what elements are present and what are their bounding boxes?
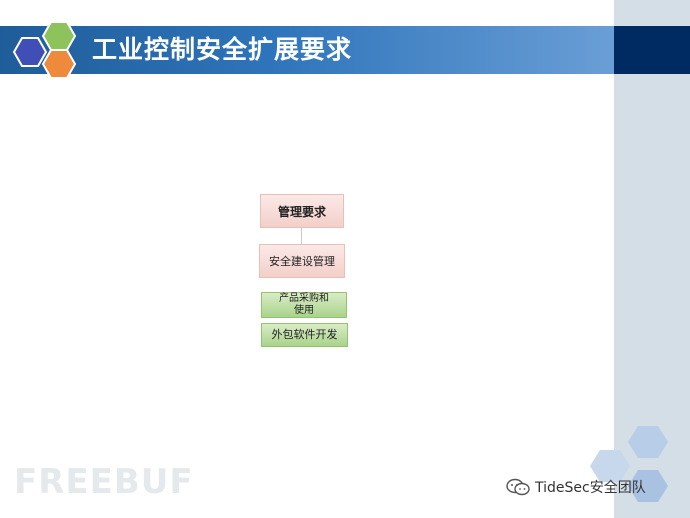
hexagon-logo-icon xyxy=(12,21,77,79)
tree-level1-label: 安全建设管理 xyxy=(269,255,335,268)
tree-root-node: 管理要求 xyxy=(260,194,344,228)
source-watermark-label: TideSec安全团队 xyxy=(535,480,646,496)
tree-connector xyxy=(301,228,302,244)
slide-title: 工业控制安全扩展要求 xyxy=(92,35,353,64)
tree-child-label: 外包软件开发 xyxy=(271,328,338,341)
tree-child-node: 产品采购和 使用 xyxy=(261,292,347,318)
tree-level1-node: 安全建设管理 xyxy=(259,244,345,278)
source-watermark: TideSec安全团队 xyxy=(505,477,646,497)
hexagon-decoration-icon xyxy=(590,426,668,502)
title-bar-accent xyxy=(614,26,690,74)
tree-root-label: 管理要求 xyxy=(277,204,326,219)
tree-child-node: 外包软件开发 xyxy=(261,323,348,347)
tree-child-label: 产品采购和 使用 xyxy=(279,293,329,316)
freebuf-watermark: FREEBUF xyxy=(14,462,194,502)
wechat-icon xyxy=(506,478,530,496)
